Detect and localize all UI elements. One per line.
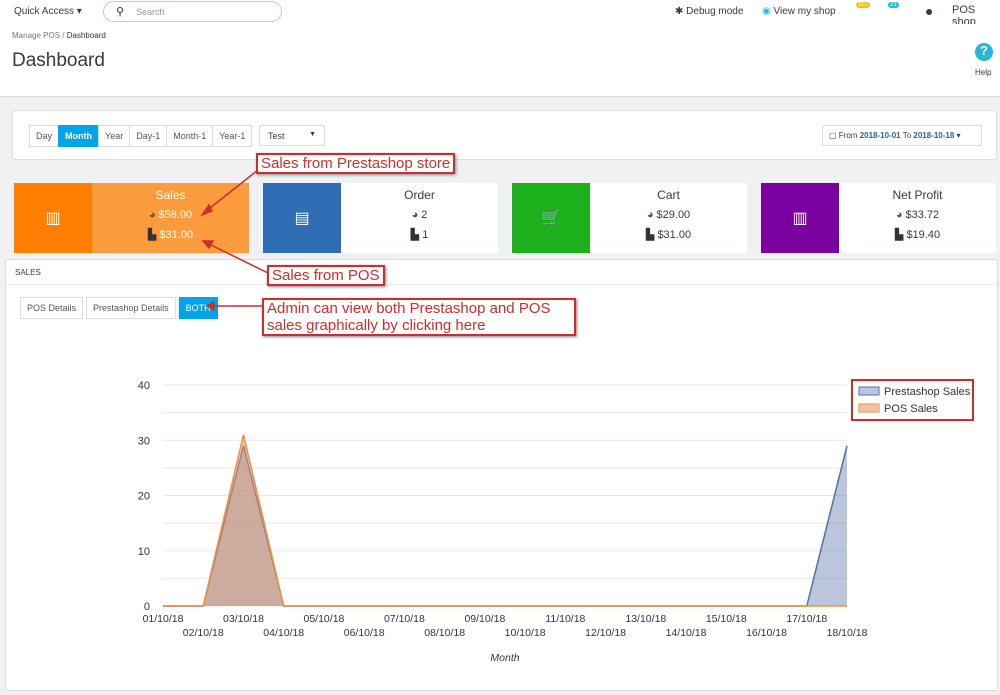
x-tick-label: 12/10/18 [585,627,626,639]
y-tick-label: 30 [138,435,150,447]
x-tick-label: 18/10/18 [827,627,868,639]
callout-both: Admin can view both Prestashop and POS s… [262,298,576,336]
x-tick-label: 17/10/18 [786,613,827,625]
x-tick-label: 01/10/18 [143,613,184,625]
legend-swatch [858,386,880,396]
x-tick-label: 04/10/18 [263,627,304,639]
x-tick-label: 11/10/18 [545,613,585,625]
x-tick-label: 10/10/18 [505,627,546,639]
x-tick-label: 08/10/18 [424,627,465,639]
y-tick-label: 10 [138,546,150,558]
x-tick-label: 13/10/18 [625,613,666,625]
sales-chart: 0 10 20 30 40 01/10/18 02/10/18 03/10/18 04/10/1… [138,379,974,664]
x-tick-label: 03/10/18 [223,613,264,625]
y-tick-label: 0 [144,601,150,613]
y-tick-label: 40 [138,380,150,392]
x-tick-label: 15/10/18 [706,613,747,625]
x-tick-label: 06/10/18 [344,627,385,639]
x-tick-label: 09/10/18 [464,613,505,625]
legend-label: POS Sales [884,403,938,415]
x-tick-label: 14/10/18 [666,627,707,639]
y-tick-label: 20 [138,491,150,503]
x-tick-label: 05/10/18 [304,613,345,625]
series-area-1 [163,434,847,606]
x-axis-label: Month [490,652,519,664]
x-tick-label: 16/10/18 [746,627,787,639]
callout-shop-sales: Sales from Prestashop store [256,153,456,174]
x-tick-label: 02/10/18 [183,627,224,639]
legend-label: Prestashop Sales [884,386,971,398]
legend-swatch [858,403,880,413]
callout-pos-sales: Sales from POS [267,265,385,286]
x-tick-label: 07/10/18 [384,613,425,625]
